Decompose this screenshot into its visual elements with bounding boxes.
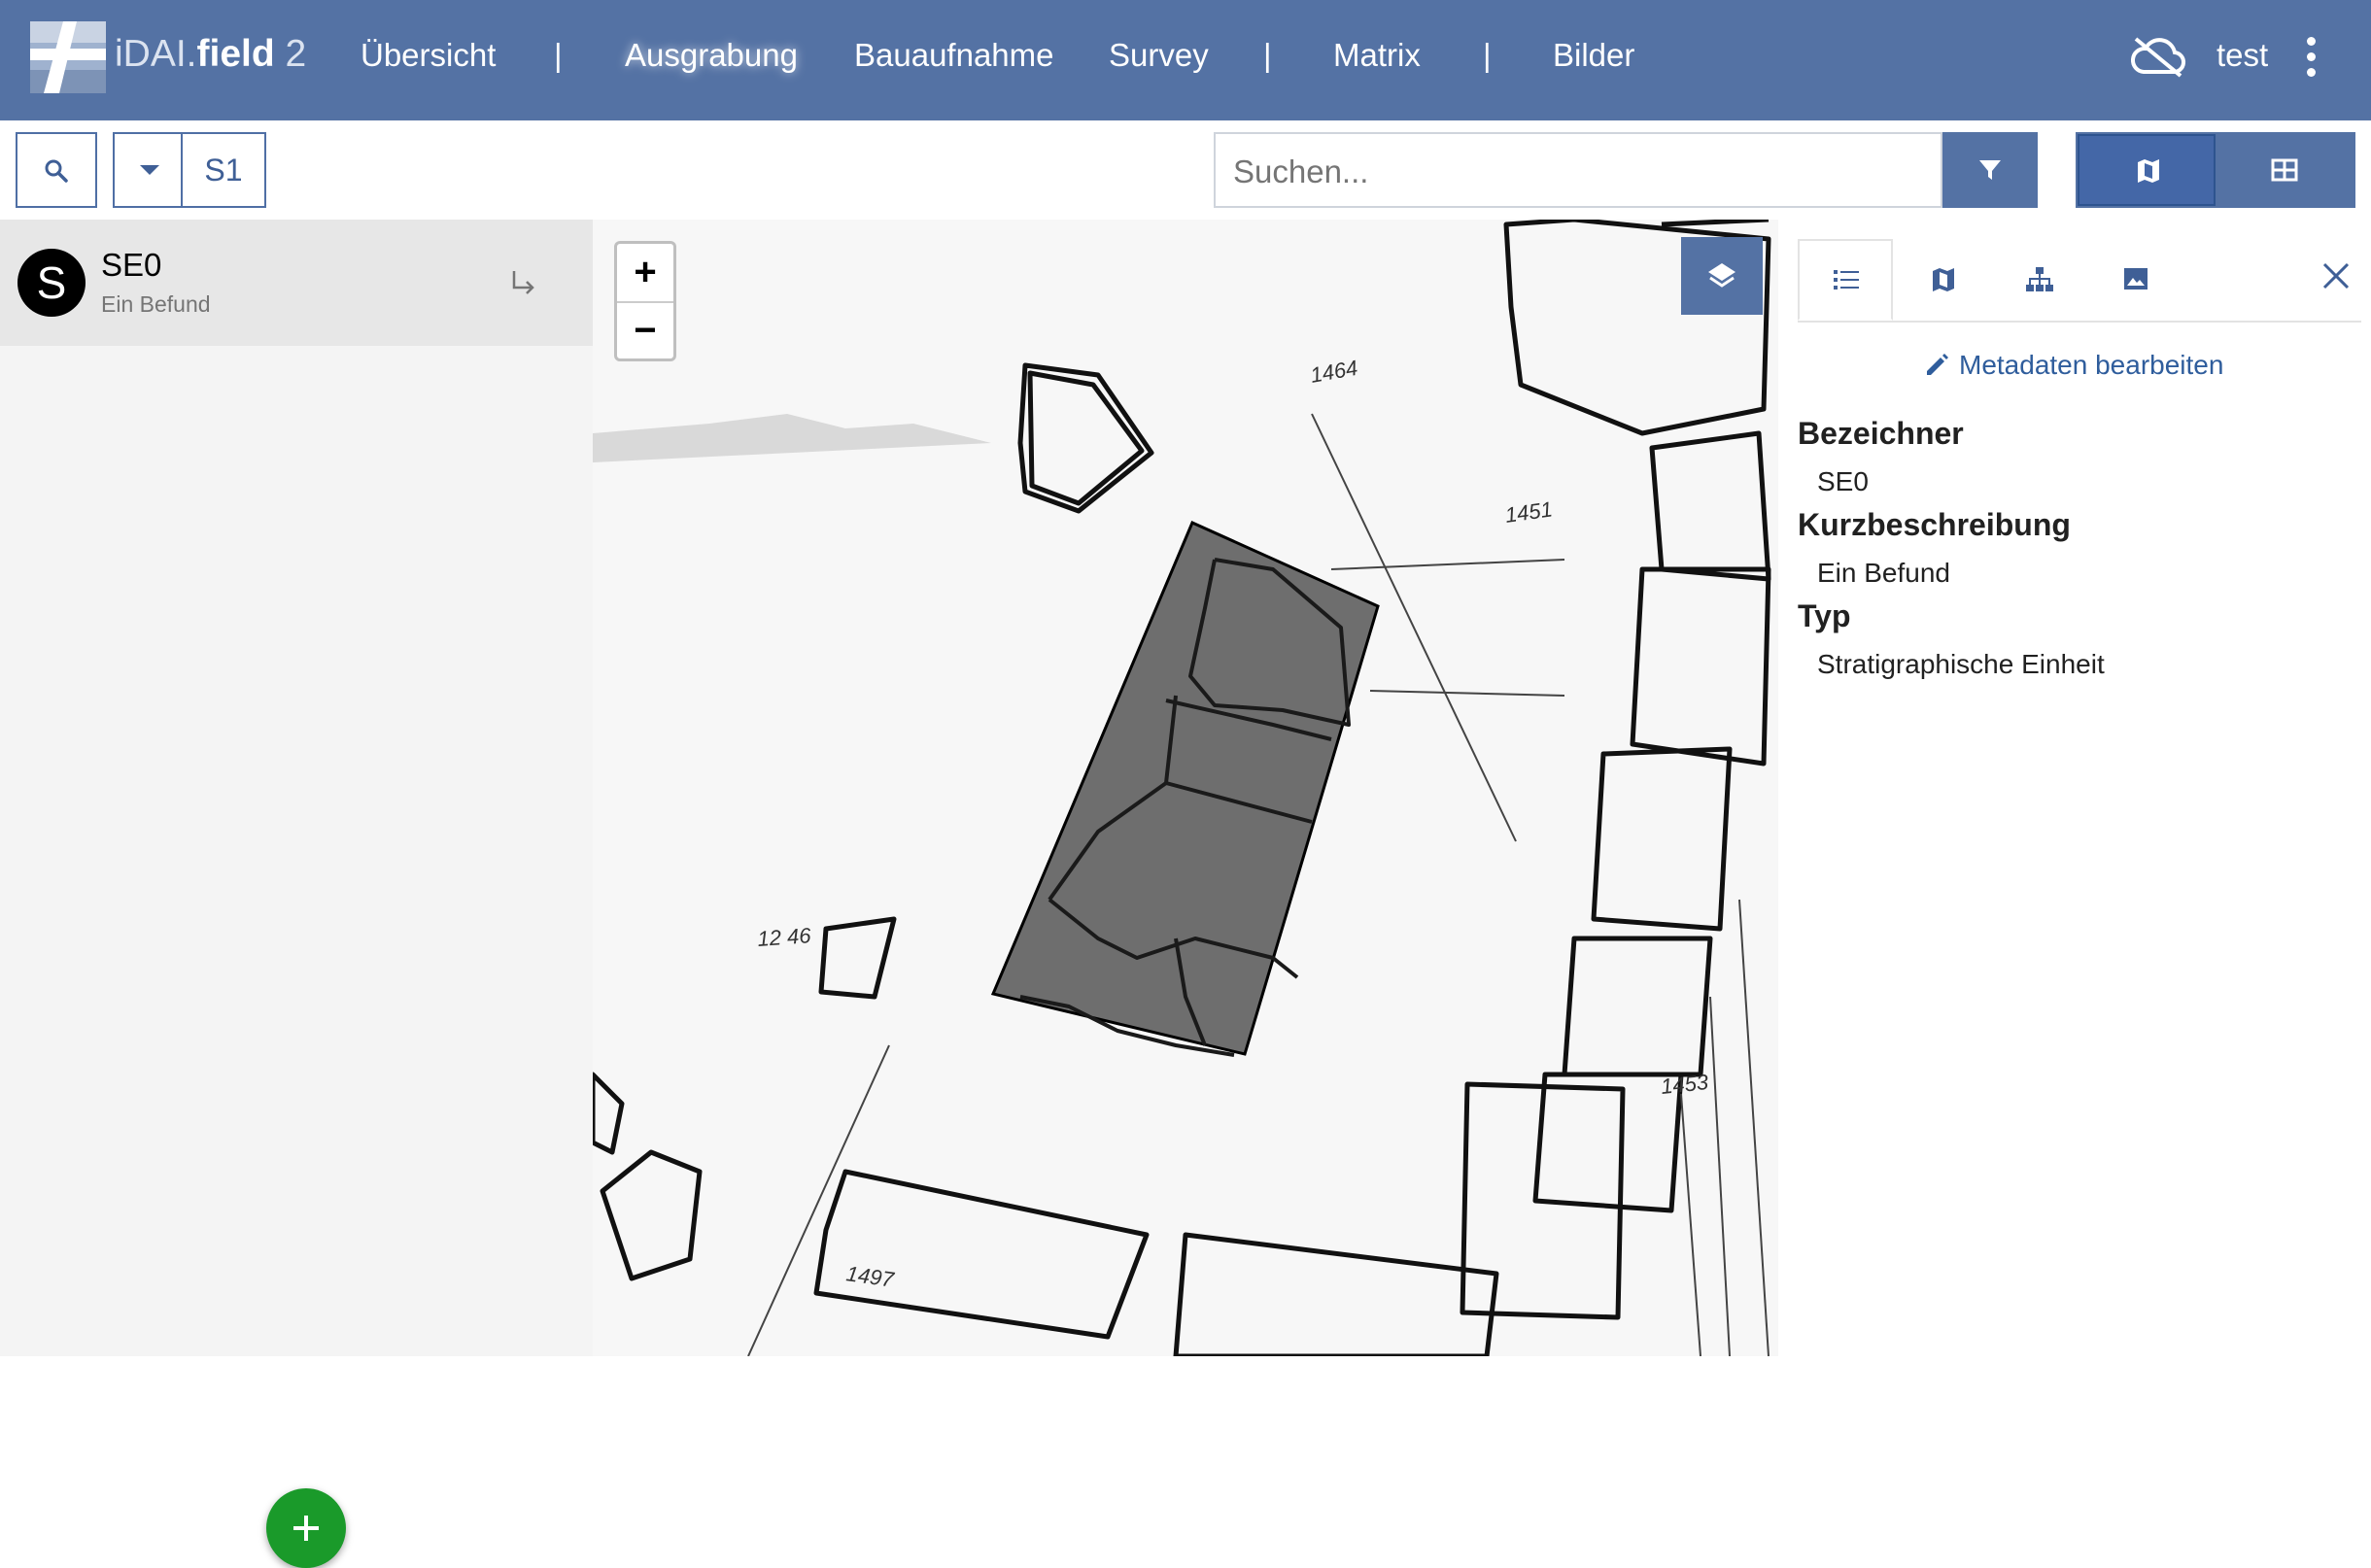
caret-down-icon: [140, 165, 159, 175]
plus-icon: [293, 1516, 319, 1541]
nav-building-survey[interactable]: Bauaufnahme: [854, 37, 1054, 74]
tab-geometry[interactable]: [1895, 239, 1990, 321]
resource-sidebar: Metadaten bearbeiten Bezeichner SE0 Kurz…: [1778, 220, 2371, 1356]
tab-fields[interactable]: [1798, 239, 1893, 321]
filter-button[interactable]: [1942, 132, 2038, 208]
excavation-plan-image: 1464 1451 12 46 1453 1497: [593, 220, 1778, 1356]
edit-metadata-link[interactable]: Metadaten bearbeiten: [1924, 350, 2223, 381]
list-item[interactable]: S SE0 Ein Befund: [0, 220, 593, 346]
more-vert-icon[interactable]: [2301, 37, 2320, 82]
field-label-type: Typ: [1798, 598, 1851, 633]
pencil-icon: [1927, 354, 1948, 375]
svg-text:12 46: 12 46: [757, 923, 812, 951]
field-label-short-description: Kurzbeschreibung: [1798, 507, 2071, 542]
svg-text:1453: 1453: [1660, 1070, 1710, 1099]
nav-matrix[interactable]: Matrix: [1333, 37, 1421, 74]
nav-separator: |: [554, 37, 563, 73]
zoom-control: + −: [614, 241, 676, 361]
layers-icon: [1708, 263, 1735, 288]
hierarchy-icon: [2026, 267, 2053, 291]
table-icon: [2271, 158, 2298, 182]
top-navbar: iDAI.field 2 Übersicht | Ausgrabung Baua…: [0, 0, 2371, 120]
table-view-button[interactable]: [2216, 134, 2354, 206]
search-icon: [45, 159, 68, 183]
zoom-out-button[interactable]: −: [617, 302, 673, 359]
field-value-short-description: Ein Befund: [1817, 558, 1950, 588]
layers-button[interactable]: [1681, 237, 1763, 315]
resource-identifier: SE0: [101, 247, 162, 283]
operation-selector[interactable]: S1: [181, 132, 266, 208]
field-value-identifier: SE0: [1817, 466, 1869, 496]
search-toggle-button[interactable]: [16, 132, 97, 208]
operation-dropdown-button[interactable]: [113, 132, 183, 208]
zoom-in-button[interactable]: +: [617, 244, 673, 303]
resource-short-description: Ein Befund: [101, 291, 211, 317]
map-icon: [1933, 268, 1954, 291]
map-icon: [2138, 159, 2159, 183]
map-view-button[interactable]: [2078, 134, 2216, 206]
list-icon: [1834, 270, 1859, 290]
cloud-off-icon[interactable]: [2130, 35, 2186, 78]
search-input[interactable]: Suchen...: [1214, 132, 1942, 208]
user-name[interactable]: test: [2216, 37, 2268, 74]
tab-relations[interactable]: [1992, 239, 2087, 321]
nav-survey[interactable]: Survey: [1109, 37, 1209, 74]
edit-metadata-label: Metadaten bearbeiten: [1959, 350, 2224, 380]
nav-separator: |: [1483, 37, 1492, 73]
move-into-icon[interactable]: [509, 268, 538, 297]
view-mode-toggle: [2076, 132, 2355, 208]
nav-overview[interactable]: Übersicht: [361, 37, 496, 74]
nav-images[interactable]: Bilder: [1553, 37, 1634, 74]
tab-images[interactable]: [2089, 239, 2184, 321]
nav-excavation[interactable]: Ausgrabung: [625, 37, 798, 74]
resource-list: S SE0 Ein Befund: [0, 220, 593, 1568]
avatar: S: [17, 249, 86, 317]
app-logo: [30, 21, 106, 93]
field-value-type: Stratigraphische Einheit: [1817, 649, 2105, 679]
image-icon: [2124, 268, 2148, 290]
map-view[interactable]: 1464 1451 12 46 1453 1497 + −: [593, 220, 1778, 1356]
app-brand: iDAI.field 2: [115, 33, 307, 75]
close-icon[interactable]: [2320, 260, 2352, 291]
sidebar-tabs: [1798, 239, 2361, 323]
nav-separator: |: [1263, 37, 1272, 73]
field-label-identifier: Bezeichner: [1798, 416, 1964, 451]
filter-icon: [1979, 160, 2001, 180]
create-resource-button[interactable]: [266, 1488, 346, 1568]
